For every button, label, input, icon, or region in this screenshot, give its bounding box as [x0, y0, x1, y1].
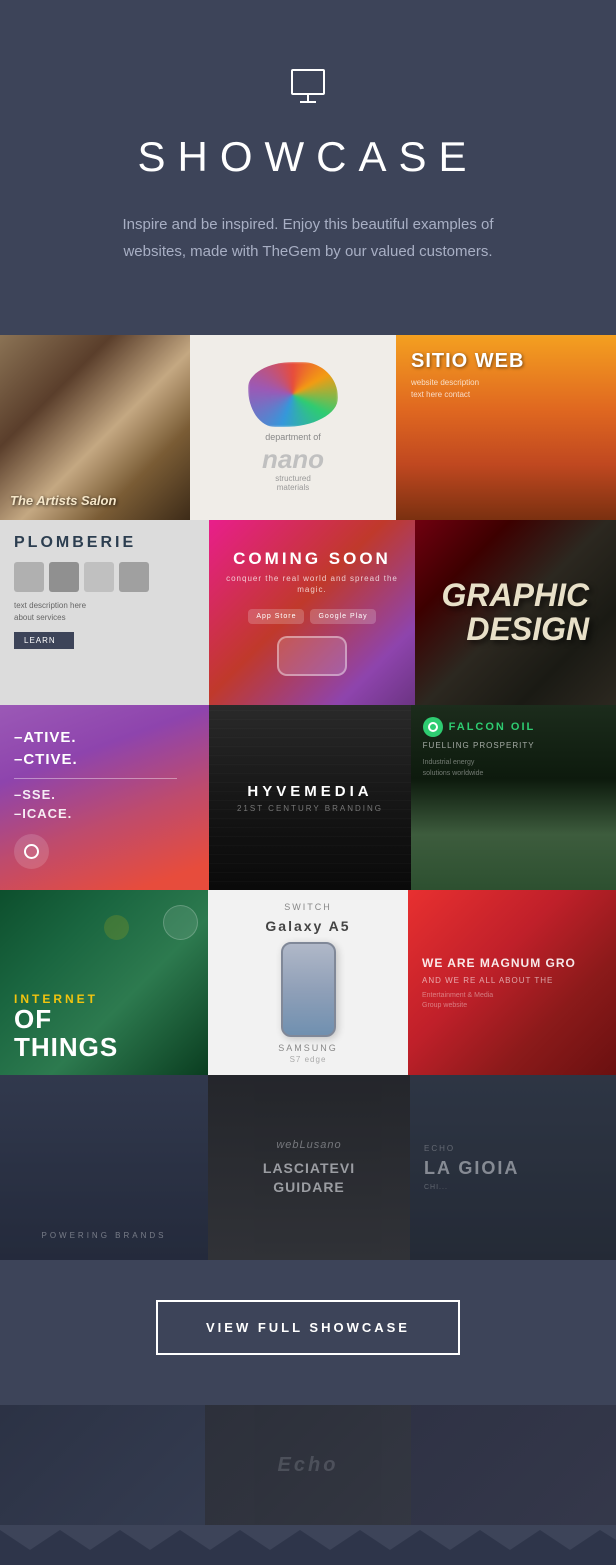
grid-item-4[interactable]: PLOMBERIE text description hereabout ser… [0, 520, 209, 705]
item-5-device [277, 636, 347, 676]
item-4-desc: text description hereabout services [14, 600, 195, 624]
item-13-text: POWERING BRANDS [41, 1231, 166, 1240]
item-11-brand: switch [284, 902, 332, 912]
item-15-sub: ECHO [424, 1144, 455, 1153]
item-8-sub: 21ST CENTURY BRANDING [237, 804, 383, 813]
item-12-text: WE ARE MAGNUM GRO [422, 954, 576, 972]
button-section: VIEW FULL SHOWCASE [0, 1260, 616, 1395]
item-11-brand2: SAMSUNG [278, 1043, 338, 1053]
chevron-row [0, 1530, 616, 1565]
item-12-sub: AND WE RE ALL ABOUT THE [422, 976, 553, 985]
item-5-coming: COMING SOON [233, 549, 391, 569]
chevron-svg [0, 1530, 616, 1565]
bottom-item-3[interactable] [411, 1405, 616, 1525]
grid-row-2: PLOMBERIE text description hereabout ser… [0, 520, 616, 705]
grid-row-3: –ATIVE. –CTIVE. –SSE. –ICACE. HYVEMEDIA … [0, 705, 616, 890]
grid-item-1[interactable]: The Artists Salon [0, 335, 190, 520]
view-full-showcase-button[interactable]: VIEW FULL SHOWCASE [156, 1300, 460, 1355]
bottom-item-1[interactable] [0, 1405, 205, 1525]
item-9-desc: Industrial energysolutions worldwide [423, 758, 484, 779]
grid-item-10[interactable]: INTERNET OFTHINGS [0, 890, 208, 1075]
item-9-sub: FUELLING PROSPERITY [423, 741, 535, 750]
item-5-appstore[interactable]: App Store [248, 609, 304, 624]
grid-item-14[interactable]: webLusano LASCIATEVIGUIDARE [208, 1075, 410, 1260]
item-11-phone-img [281, 942, 336, 1037]
grid-item-8[interactable]: HYVEMEDIA 21ST CENTURY BRANDING [209, 705, 410, 890]
item-2-nano: structuredmaterials [275, 474, 311, 493]
item-10-big: OFTHINGS [14, 1006, 118, 1061]
item-15-desc: CHI... [424, 1184, 448, 1191]
item-5-sub: conquer the real world and spread the ma… [221, 573, 402, 595]
grid-item-15[interactable]: ECHO LA GIOIA CHI... [410, 1075, 616, 1260]
item-12-desc: Entertainment & MediaGroup website [422, 991, 493, 1012]
item-11-model: Galaxy A5 [265, 918, 350, 934]
item-7-line3: –SSE. [14, 785, 56, 805]
item-7-line1: –ATIVE. [14, 727, 77, 750]
bottom-section: Echo [0, 1395, 616, 1565]
item-2-big: nano [262, 446, 324, 472]
page-title: SHOWCASE [40, 133, 576, 181]
grid-row-1: The Artists Salon department of nano str… [0, 335, 616, 520]
item-2-sub: department of [265, 432, 321, 444]
presentation-icon [40, 60, 576, 113]
item-1-title: The Artists Salon [10, 493, 180, 510]
item-5-googleplay[interactable]: Google Play [310, 609, 375, 624]
item-8-title: HYVEMEDIA [247, 783, 372, 800]
item-14-label: LASCIATEVIGUIDARE [263, 1159, 355, 1195]
item-7-line4: –ICACE. [14, 804, 72, 824]
grid-item-11[interactable]: switch Galaxy A5 SAMSUNG S7 edge [208, 890, 408, 1075]
grid-item-13[interactable]: POWERING BRANDS [0, 1075, 208, 1260]
grid-row-5: POWERING BRANDS webLusano LASCIATEVIGUID… [0, 1075, 616, 1260]
bottom-2-text: Echo [278, 1454, 339, 1477]
grid-item-6[interactable]: GRAPHICDESIGN [415, 520, 616, 705]
item-7-line2: –CTIVE. [14, 749, 78, 772]
grid-item-2[interactable]: department of nano structuredmaterials [190, 335, 396, 520]
hero-section: SHOWCASE Inspire and be inspired. Enjoy … [0, 0, 616, 315]
grid-item-12[interactable]: WE ARE MAGNUM GRO AND WE RE ALL ABOUT TH… [408, 890, 616, 1075]
grid-item-5[interactable]: COMING SOON conquer the real world and s… [209, 520, 414, 705]
grid-item-3[interactable]: SITIO WEB website descriptiontext here c… [396, 335, 616, 520]
bottom-image-row: Echo [0, 1405, 616, 1525]
item-4-btn[interactable]: LEARN [14, 632, 74, 649]
item-14-brand: webLusano [276, 1139, 341, 1151]
item-9-logo [423, 717, 443, 737]
showcase-grid: The Artists Salon department of nano str… [0, 315, 616, 1260]
grid-row-4: INTERNET OFTHINGS switch Galaxy A5 SAMSU… [0, 890, 616, 1075]
item-6-text: GRAPHICDESIGN [442, 579, 590, 646]
bottom-item-2[interactable]: Echo [205, 1405, 410, 1525]
item-4-title: PLOMBERIE [14, 534, 195, 552]
item-15-text: LA GIOIA [424, 1157, 519, 1180]
grid-item-7[interactable]: –ATIVE. –CTIVE. –SSE. –ICACE. [0, 705, 209, 890]
item-9-brand: FALCON OIL [449, 721, 536, 733]
item-11-model2: S7 edge [290, 1055, 327, 1064]
item-3-sub: website descriptiontext here contact [411, 377, 479, 401]
item-7-circle [14, 834, 49, 869]
item-3-title: SITIO WEB [411, 350, 524, 373]
grid-item-9[interactable]: FALCON OIL FUELLING PROSPERITY Industria… [411, 705, 616, 890]
hero-description: Inspire and be inspired. Enjoy this beau… [108, 211, 508, 265]
